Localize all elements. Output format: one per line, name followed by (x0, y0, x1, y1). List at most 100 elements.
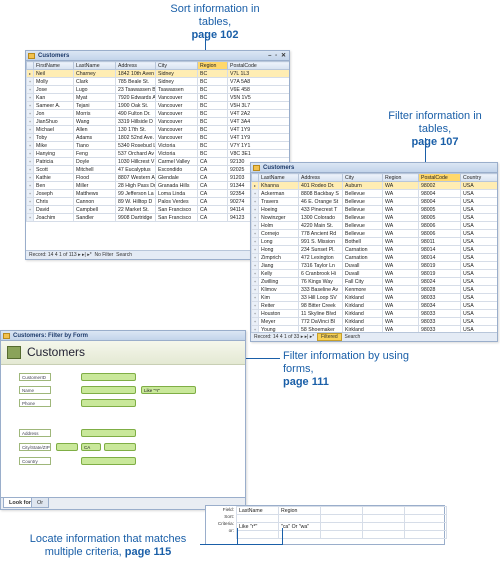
table-cell[interactable]: Vancouver (155, 117, 198, 126)
table-row[interactable]: + Hoeing 433 Pinecrest T Bellevue WA 98005 USA (251, 205, 497, 214)
table-cell[interactable]: Tsawassen (155, 85, 198, 94)
record-selector[interactable]: + (26, 173, 34, 182)
field-cell-region[interactable]: Region (278, 506, 321, 515)
record-selector[interactable]: + (251, 221, 259, 230)
table-row[interactable]: + Travers 46 E. Orange St Bellevue WA 98004 US… (251, 197, 497, 206)
table-row[interactable]: + Reiter 98 Bitter Creek Kirkland WA 98034 USA (251, 301, 497, 310)
table-row[interactable]: + Houston 11 Skyline Blvd Kirkland WA 98033 US… (251, 309, 497, 318)
table-cell[interactable]: 98006 (418, 229, 461, 238)
table-cell[interactable]: Adams (73, 133, 116, 142)
table-cell[interactable]: Fall City (342, 277, 383, 286)
table-cell[interactable]: USA (460, 181, 497, 190)
column-header-region-sorted[interactable]: Region (197, 61, 228, 70)
table-cell[interactable]: WA (382, 261, 419, 270)
search-box[interactable]: Search (116, 252, 132, 258)
table-cell[interactable]: BC (197, 141, 228, 150)
table-cell[interactable]: V4T 2A2 (227, 109, 289, 118)
table-cell[interactable]: Hoeing (258, 205, 299, 214)
table-cell[interactable]: 5340 Rosebud L (115, 141, 156, 150)
table-cell[interactable]: Wang (73, 117, 116, 126)
table-cell[interactable]: V4T 3A4 (227, 117, 289, 126)
table-cell[interactable]: Flood (73, 173, 116, 182)
record-selector[interactable]: + (26, 149, 34, 158)
sort-cell[interactable] (236, 514, 279, 523)
table-cell[interactable]: Bellevue (342, 205, 383, 214)
record-selector[interactable]: + (26, 181, 34, 190)
table-cell[interactable]: Kirkland (342, 317, 383, 326)
table-cell[interactable]: Duvall (342, 261, 383, 270)
lastname-field[interactable]: Like "*r" (141, 386, 196, 394)
table-cell[interactable]: Sandler (73, 213, 116, 222)
table-cell[interactable]: 98033 (418, 309, 461, 318)
record-selector[interactable]: + (251, 277, 259, 286)
field-cell-lastname[interactable]: LastName (236, 506, 279, 515)
table-cell[interactable]: 76 Kings Way (298, 277, 343, 286)
select-all-cell[interactable] (251, 173, 259, 182)
or-cell[interactable] (236, 530, 279, 539)
table-cell[interactable]: Cornejo (258, 229, 299, 238)
table-cell[interactable]: 8807 Western A (115, 173, 156, 182)
column-header[interactable]: Address (115, 61, 156, 70)
record-navigator[interactable]: Record: 14 4 1 of 113 ▸ ▸| ▸* (29, 252, 92, 258)
table-cell[interactable]: Kirkland (342, 309, 383, 318)
table-cell[interactable]: JianShuo (33, 117, 74, 126)
table-cell[interactable]: CA (197, 157, 228, 166)
search-box[interactable]: Search (345, 334, 361, 340)
filter-status[interactable]: No Filter (94, 252, 113, 258)
table-cell[interactable]: Ackerman (258, 189, 299, 198)
table-cell[interactable]: BC (197, 133, 228, 142)
table-cell[interactable]: USA (460, 301, 497, 310)
table-cell[interactable]: San Francisco (155, 213, 198, 222)
table-cell[interactable]: 98011 (418, 237, 461, 246)
table-cell[interactable]: 401 Rodeo Dr. (298, 181, 343, 190)
phone-field[interactable] (81, 399, 136, 407)
table-cell[interactable]: 98004 (418, 189, 461, 198)
table-cell[interactable]: 22 Market St. (115, 205, 156, 214)
criteria-cell[interactable] (320, 522, 363, 531)
table-cell[interactable]: Victoria (155, 141, 198, 150)
window-controls[interactable]: – ▫ ✕ (268, 51, 287, 61)
table-row[interactable]: + Holm 4220 Main St. Bellevue WA 98006 USA (251, 221, 497, 230)
table-cell[interactable]: 1900 Oak St. (115, 101, 156, 110)
table-cell[interactable]: Bellevue (342, 197, 383, 206)
filter-status[interactable]: Filtered (317, 333, 342, 341)
table-row[interactable]: + Kan Myat 7920 Edwards A Vancouver BC V5N 1V5 (26, 93, 289, 102)
table-row[interactable]: + Jon Morris 490 Fulton Dr. Vancouver BC V4T 2… (26, 109, 289, 118)
table-row[interactable]: + Zwilling 76 Kings Way Fall City WA 98024 USA (251, 277, 497, 286)
record-selector[interactable]: + (26, 101, 34, 110)
name-field[interactable] (81, 386, 136, 394)
record-selector[interactable]: + (251, 237, 259, 246)
table-cell[interactable]: Bothell (342, 237, 383, 246)
sort-cell[interactable] (362, 514, 405, 523)
table-cell[interactable]: 7316 Taylor Ln (298, 261, 343, 270)
table-cell[interactable]: Holm (258, 221, 299, 230)
field-cell[interactable] (320, 506, 363, 515)
table-cell[interactable]: V7A 5A8 (227, 77, 289, 86)
table-cell[interactable]: 433 Pinecrest T (298, 205, 343, 214)
record-selector[interactable]: + (26, 133, 34, 142)
table-cell[interactable]: WA (382, 213, 419, 222)
table-cell[interactable]: Klimov (258, 285, 299, 294)
table-cell[interactable]: Michael (33, 125, 74, 134)
table-cell[interactable]: V5H 3L7 (227, 101, 289, 110)
table-cell[interactable]: Sidney (155, 69, 198, 78)
table-cell[interactable]: Kirkland (342, 293, 383, 302)
table-cell[interactable]: 98033 (418, 317, 461, 326)
table-cell[interactable]: 98004 (418, 197, 461, 206)
record-selector[interactable]: + (251, 253, 259, 262)
table-cell[interactable]: Palos Verdes (155, 197, 198, 206)
table-cell[interactable]: USA (460, 213, 497, 222)
record-selector[interactable]: + (26, 125, 34, 134)
table-cell[interactable]: Jon (33, 109, 74, 118)
table-cell[interactable]: 46 E. Orange St (298, 197, 343, 206)
table-cell[interactable]: Matthews (73, 189, 116, 198)
table-cell[interactable]: Victoria (155, 149, 198, 158)
table-cell[interactable]: Toby (33, 133, 74, 142)
table-cell[interactable]: Jiang (258, 261, 299, 270)
record-selector[interactable]: + (251, 197, 259, 206)
record-selector[interactable]: + (26, 205, 34, 214)
table-cell[interactable]: 33 Hill Loop SV (298, 293, 343, 302)
table-cell[interactable]: Myat (73, 93, 116, 102)
table-row[interactable]: + Jiang 7316 Taylor Ln Duvall WA 98019 USA (251, 261, 497, 270)
table-row[interactable]: + JianShuo Wang 3319 Hillside D Vancouver BC V… (26, 117, 289, 126)
